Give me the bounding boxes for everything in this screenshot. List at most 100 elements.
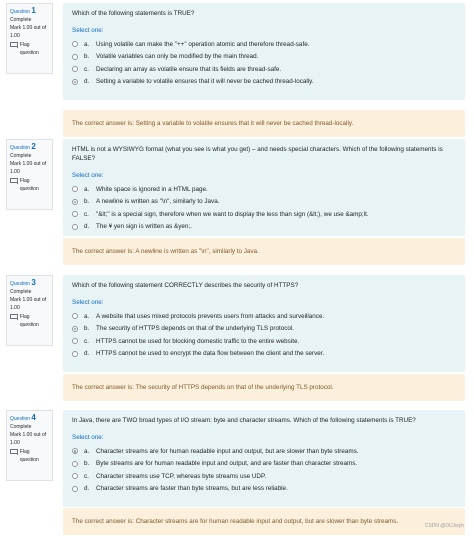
radio-icon[interactable] (72, 460, 78, 467)
question-label: Question (10, 281, 31, 287)
answer-option[interactable]: b. Byte streams are for human readable i… (72, 458, 456, 471)
answer-text: Declaring an array as volatile ensure th… (96, 65, 282, 73)
answer-text: White space is ignored in a HTML page. (96, 185, 208, 193)
feedback-text: The correct answer is: The security of H… (72, 384, 334, 391)
question-mark: Mark 1.00 out of 1.00 (10, 297, 47, 311)
correct-answer-feedback: The correct answer is: Setting a variabl… (63, 110, 465, 137)
answer-letter: a. (84, 40, 90, 48)
radio-icon[interactable] (72, 66, 78, 73)
answer-option[interactable]: b. A newline is written as "\n", similar… (72, 196, 456, 209)
flag-icon (10, 178, 18, 184)
question-status: Complete (10, 153, 32, 159)
answer-option[interactable]: b. The security of HTTPS depends on that… (72, 323, 456, 336)
answer-letter: c. (84, 472, 89, 480)
answer-option[interactable]: a. Using volatile can make the "++" oper… (72, 38, 456, 51)
answer-option[interactable]: a. Character streams are for human reada… (72, 445, 456, 458)
answer-text: The security of HTTPS depends on that of… (96, 325, 294, 333)
question-number-value: 2 (31, 142, 36, 151)
question-info: Question 3 Complete Mark 1.00 out of 1.0… (6, 275, 53, 346)
answer-letter: b. (84, 460, 90, 468)
answer-letter: d. (84, 78, 90, 86)
correct-answer-feedback: The correct answer is: Character streams… (63, 508, 465, 535)
answer-option[interactable]: c. Character streams use TCP, whereas by… (72, 470, 456, 483)
answer-text: A newline is written as "\n", similarly … (96, 198, 220, 206)
flag-question-button[interactable]: Flag question (10, 313, 49, 329)
question-number: Question 2 (10, 143, 49, 152)
flag-question-button[interactable]: Flag question (10, 448, 49, 464)
flag-question-button[interactable]: Flag question (10, 41, 49, 57)
radio-icon[interactable] (72, 53, 78, 60)
answer-text: Character streams are faster than byte s… (96, 485, 288, 493)
answer-option[interactable]: c. "&lt;" is a special sign, therefore w… (72, 208, 456, 221)
answer-text: The ¥ yen sign is written as &yen;. (96, 223, 192, 231)
answer-option[interactable]: c. HTTPS cannot be used for blocking dom… (72, 335, 456, 348)
flag-label: Flag question (19, 42, 39, 56)
feedback-text: The correct answer is: Character streams… (72, 518, 399, 525)
answer-option[interactable]: d. Character streams are faster than byt… (72, 483, 456, 496)
radio-icon[interactable] (72, 313, 78, 320)
question-number-value: 1 (31, 6, 36, 15)
answer-letter: d. (84, 350, 90, 358)
radio-checked-icon[interactable] (72, 78, 78, 85)
answer-letter: b. (84, 53, 90, 61)
question-info: Question 1 Complete Mark 1.00 out of 1.0… (6, 3, 53, 74)
question-formulation: HTML is not a WYSIWYG format (what you s… (63, 139, 465, 236)
question-label: Question (10, 145, 31, 151)
answer-prompt: Select one: (72, 27, 104, 34)
answer-text: Volatile variables can only be modified … (96, 53, 259, 61)
answer-option[interactable]: b. Volatile variables can only be modifi… (72, 51, 456, 64)
answer-text: Setting a variable to volatile ensures t… (96, 78, 314, 86)
answer-text: "&lt;" is a special sign, therefore when… (96, 210, 369, 218)
answer-letter: d. (84, 485, 90, 493)
answer-letter: c. (84, 210, 89, 218)
question-mark: Mark 1.00 out of 1.00 (10, 161, 47, 175)
radio-icon[interactable] (72, 473, 78, 480)
answer-option[interactable]: c. Declaring an array as volatile ensure… (72, 63, 456, 76)
answer-letter: a. (84, 447, 90, 455)
radio-icon[interactable] (72, 211, 78, 218)
question-status: Complete (10, 424, 32, 430)
answer-option[interactable]: d. HTTPS cannot be used to encrypt the d… (72, 348, 456, 361)
flag-question-button[interactable]: Flag question (10, 177, 49, 193)
flag-icon (10, 449, 18, 455)
flag-icon (10, 314, 18, 320)
radio-checked-icon[interactable] (72, 325, 78, 332)
radio-icon[interactable] (72, 485, 78, 492)
answer-option[interactable]: d. Setting a variable to volatile ensure… (72, 76, 456, 89)
question-text: In Java, there are TWO broad types of I/… (72, 417, 416, 424)
radio-checked-icon[interactable] (72, 198, 78, 205)
radio-icon[interactable] (72, 350, 78, 357)
question-number: Question 1 (10, 7, 49, 16)
answer-letter: b. (84, 325, 90, 333)
radio-icon[interactable] (72, 186, 78, 193)
question-mark: Mark 1.00 out of 1.00 (10, 25, 47, 39)
answer-text: HTTPS cannot be used to encrypt the data… (96, 350, 325, 358)
radio-icon[interactable] (72, 41, 78, 48)
answer-letter: a. (84, 312, 90, 320)
question-formulation: Which of the following statements is TRU… (63, 3, 465, 100)
answer-letter: c. (84, 65, 89, 73)
question-formulation: Which of the following statement CORRECT… (63, 275, 465, 372)
answer-option[interactable]: d. The ¥ yen sign is written as &yen;. (72, 221, 456, 234)
answer-option[interactable]: a. A website that uses mixed protocols p… (72, 310, 456, 323)
question-number-value: 4 (31, 413, 36, 422)
answer-letter: b. (84, 198, 90, 206)
question-label: Question (10, 9, 31, 15)
answer-text: A website that uses mixed protocols prev… (96, 312, 325, 320)
answer-text: Byte streams are for human readable inpu… (96, 460, 358, 468)
question-status: Complete (10, 17, 32, 23)
answer-text: Using volatile can make the "++" operati… (96, 40, 310, 48)
radio-checked-icon[interactable] (72, 448, 78, 455)
question-info: Question 4 Complete Mark 1.00 out of 1.0… (6, 410, 53, 481)
answer-option[interactable]: a. White space is ignored in a HTML page… (72, 183, 456, 196)
radio-icon[interactable] (72, 223, 78, 230)
question-number-value: 3 (31, 278, 36, 287)
answer-list: a. Using volatile can make the "++" oper… (72, 38, 456, 88)
correct-answer-feedback: The correct answer is: The security of H… (63, 374, 465, 401)
answer-prompt: Select one: (72, 172, 104, 179)
question-info: Question 2 Complete Mark 1.00 out of 1.0… (6, 139, 53, 210)
question-label: Question (10, 416, 31, 422)
flag-label: Flag question (19, 449, 39, 463)
radio-icon[interactable] (72, 338, 78, 345)
answer-list: a. White space is ignored in a HTML page… (72, 183, 456, 233)
